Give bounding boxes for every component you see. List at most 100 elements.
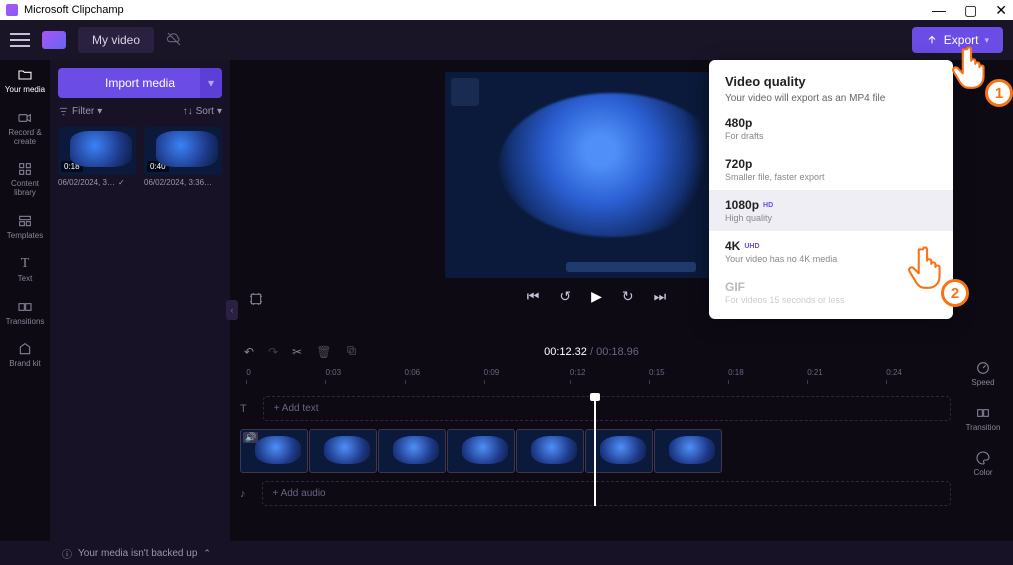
transitions-icon bbox=[16, 298, 34, 316]
nav-label: Transitions bbox=[6, 318, 45, 327]
quality-option-4k[interactable]: 4K UHD Your video has no 4K media bbox=[709, 231, 953, 272]
nav-text[interactable]: T Text bbox=[16, 255, 34, 284]
crop-frame-button[interactable] bbox=[248, 291, 264, 310]
check-icon: ✓ bbox=[118, 178, 125, 187]
text-icon: T bbox=[16, 255, 34, 273]
video-clip[interactable] bbox=[516, 429, 584, 473]
duplicate-button[interactable] bbox=[345, 344, 358, 360]
side-nav: Your media Record & create Content libra… bbox=[0, 60, 50, 541]
app-logo-icon bbox=[6, 4, 18, 16]
close-button[interactable]: ✕ bbox=[995, 3, 1007, 17]
quality-option-gif: GIF For videos 15 seconds or less bbox=[709, 272, 953, 313]
opt-label: 480p bbox=[725, 116, 752, 130]
media-thumbnail[interactable]: 0:18 06/02/2024, 3…✓ bbox=[58, 127, 136, 187]
app-toolbar: My video Export ▾ bbox=[0, 20, 1013, 60]
brand-kit-icon bbox=[16, 340, 34, 358]
status-bar: ⓘ Your media isn't backed up ⌃ bbox=[0, 541, 1013, 565]
video-clip[interactable] bbox=[447, 429, 515, 473]
play-button[interactable]: ▶ bbox=[591, 288, 602, 305]
backup-status[interactable]: Your media isn't backed up bbox=[78, 548, 197, 559]
color-panel-button[interactable]: Color bbox=[973, 450, 992, 477]
quality-option-1080p[interactable]: 1080pHD High quality bbox=[709, 190, 953, 231]
nav-templates[interactable]: Templates bbox=[7, 212, 43, 241]
clipchamp-brand-icon bbox=[42, 31, 66, 49]
nav-label: Templates bbox=[7, 232, 43, 241]
video-clip[interactable] bbox=[378, 429, 446, 473]
uhd-badge: UHD bbox=[744, 243, 759, 250]
filter-button[interactable]: Filter ▾ bbox=[58, 106, 102, 117]
quality-option-480p[interactable]: 480p For drafts bbox=[709, 108, 953, 149]
split-button[interactable]: ✂ bbox=[292, 345, 302, 359]
chevron-up-icon[interactable]: ⌃ bbox=[203, 548, 211, 559]
sort-icon: ↑↓ bbox=[183, 106, 193, 117]
forward-button[interactable]: ↻ bbox=[622, 288, 634, 305]
chevron-down-icon: ▾ bbox=[97, 106, 102, 117]
preview-canvas[interactable] bbox=[445, 72, 749, 278]
speed-button[interactable]: Speed bbox=[971, 360, 994, 387]
video-clip[interactable] bbox=[309, 429, 377, 473]
export-label: Export bbox=[944, 33, 979, 47]
window-titlebar: Microsoft Clipchamp — ▢ ✕ bbox=[0, 0, 1013, 20]
media-thumbnail[interactable]: 0:40 06/02/2024, 3:36… bbox=[144, 127, 222, 187]
rrail-label: Speed bbox=[971, 378, 994, 387]
current-time: 00:12.32 bbox=[544, 346, 587, 358]
rrail-label: Color bbox=[973, 468, 992, 477]
nav-brand-kit[interactable]: Brand kit bbox=[9, 340, 41, 369]
thumb-duration: 0:40 bbox=[147, 161, 169, 172]
skip-back-button[interactable]: ⏮ bbox=[527, 288, 540, 305]
cloud-off-icon[interactable] bbox=[166, 31, 182, 50]
nav-label: Your media bbox=[5, 86, 45, 95]
nav-transitions[interactable]: Transitions bbox=[6, 298, 45, 327]
redo-button[interactable]: ↷ bbox=[268, 345, 278, 359]
nav-record-create[interactable]: Record & create bbox=[0, 109, 50, 147]
add-text-button[interactable]: + Add text bbox=[263, 396, 951, 421]
video-clip[interactable] bbox=[240, 429, 308, 473]
total-time: 00:18.96 bbox=[596, 346, 639, 358]
maximize-button[interactable]: ▢ bbox=[964, 3, 977, 17]
project-name[interactable]: My video bbox=[78, 27, 154, 53]
menu-button[interactable] bbox=[10, 33, 30, 47]
info-icon: ⓘ bbox=[62, 546, 72, 561]
add-audio-button[interactable]: + Add audio bbox=[262, 481, 952, 506]
ruler-tick: 0:24 bbox=[886, 368, 902, 377]
opt-label: GIF bbox=[725, 280, 745, 294]
delete-button[interactable]: 🗑 bbox=[316, 345, 331, 359]
ruler-tick: 0:03 bbox=[325, 368, 341, 377]
chevron-down-icon: ▾ bbox=[217, 106, 222, 117]
opt-label: 720p bbox=[725, 157, 752, 171]
import-label: Import media bbox=[105, 76, 175, 90]
ruler-tick: 0 bbox=[246, 368, 250, 377]
ruler-tick: 0:15 bbox=[649, 368, 665, 377]
export-quality-popup: Video quality Your video will export as … bbox=[709, 60, 953, 319]
audio-track[interactable]: ♪ + Add audio bbox=[232, 481, 951, 506]
minimize-button[interactable]: — bbox=[932, 3, 946, 17]
nav-label: Brand kit bbox=[9, 360, 41, 369]
hd-badge: HD bbox=[763, 202, 773, 209]
transition-panel-button[interactable]: Transition bbox=[966, 405, 1001, 432]
import-media-dropdown[interactable]: ▾ bbox=[200, 68, 222, 98]
import-media-button[interactable]: Import media ▾ bbox=[58, 68, 222, 98]
music-note-icon: ♪ bbox=[240, 488, 246, 500]
templates-icon bbox=[16, 212, 34, 230]
sort-button[interactable]: ↑↓ Sort ▾ bbox=[183, 106, 222, 117]
skip-forward-button[interactable]: ⏭ bbox=[654, 288, 667, 305]
undo-button[interactable]: ↶ bbox=[244, 345, 254, 359]
opt-desc: Smaller file, faster export bbox=[725, 172, 937, 182]
quality-option-720p[interactable]: 720p Smaller file, faster export bbox=[709, 149, 953, 190]
export-button[interactable]: Export ▾ bbox=[912, 27, 1003, 53]
rrail-label: Transition bbox=[966, 423, 1001, 432]
camcorder-icon bbox=[16, 109, 34, 127]
palette-icon bbox=[975, 450, 991, 466]
playhead[interactable] bbox=[594, 396, 596, 506]
window-controls: — ▢ ✕ bbox=[932, 3, 1007, 17]
opt-desc: Your video has no 4K media bbox=[725, 254, 937, 264]
timeline-ruler[interactable]: 0 0:03 0:06 0:09 0:12 0:15 0:18 0:21 0:2… bbox=[232, 368, 951, 388]
nav-content-library[interactable]: Content library bbox=[0, 160, 50, 198]
video-clip[interactable] bbox=[654, 429, 722, 473]
panel-collapse-handle[interactable]: ‹ bbox=[226, 300, 238, 320]
rewind-button[interactable]: ↺ bbox=[559, 288, 571, 305]
upload-icon bbox=[926, 34, 938, 46]
opt-label: 4K bbox=[725, 239, 740, 253]
nav-your-media[interactable]: Your media bbox=[5, 66, 45, 95]
ruler-tick: 0:18 bbox=[728, 368, 744, 377]
